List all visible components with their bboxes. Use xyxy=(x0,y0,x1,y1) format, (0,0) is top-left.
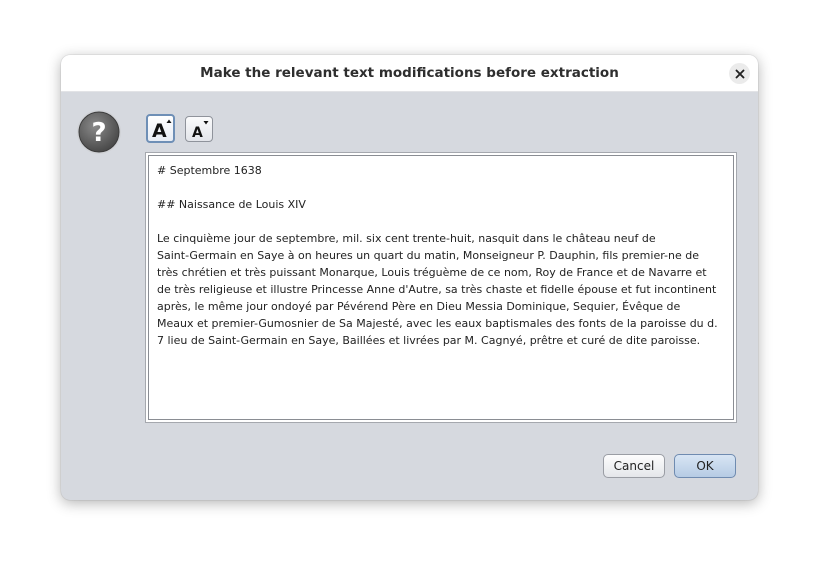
editor-line: ## Naissance de Louis XIV xyxy=(157,198,306,211)
font-decrease-icon: A xyxy=(192,121,209,140)
svg-text:?: ? xyxy=(91,118,106,148)
question-icon: ? xyxy=(77,110,121,154)
editor-line: Le cinquième jour de septembre, mil. six… xyxy=(157,232,656,245)
editor-line: après, le même jour ondoyé par Pévérend … xyxy=(157,300,681,313)
editor-line: # Septembre 1638 xyxy=(157,164,262,177)
dialog-title: Make the relevant text modifications bef… xyxy=(200,65,619,81)
cancel-button[interactable]: Cancel xyxy=(603,454,665,478)
svg-text:A: A xyxy=(192,125,203,140)
editor-blank-line xyxy=(157,213,725,230)
editor-line: très chrétien et très puissant Monarque,… xyxy=(157,266,707,279)
increase-font-button[interactable]: A xyxy=(146,114,175,143)
title-bar[interactable]: Make the relevant text modifications bef… xyxy=(61,55,758,92)
editor-line: Meaux et premier-Gumosnier de Sa Majesté… xyxy=(157,317,718,330)
ok-button[interactable]: OK xyxy=(674,454,736,478)
editor-line: 7 lieu de Saint-Germain en Saye, Baillée… xyxy=(157,334,701,347)
text-editor-frame: # Septembre 1638 ## Naissance de Louis X… xyxy=(145,152,737,423)
text-editor[interactable]: # Septembre 1638 ## Naissance de Louis X… xyxy=(148,155,734,420)
svg-text:A: A xyxy=(152,120,167,141)
close-button[interactable] xyxy=(729,63,750,84)
editor-line: Saint-Germain en Saye à on heures un qua… xyxy=(157,249,699,262)
editor-line: de très religieuse et illustre Princesse… xyxy=(157,283,717,296)
font-increase-icon: A xyxy=(152,119,171,141)
editor-blank-line xyxy=(157,179,725,196)
decrease-font-button[interactable]: A xyxy=(185,116,213,142)
dialog: Make the relevant text modifications bef… xyxy=(61,55,758,500)
close-icon xyxy=(735,69,744,78)
